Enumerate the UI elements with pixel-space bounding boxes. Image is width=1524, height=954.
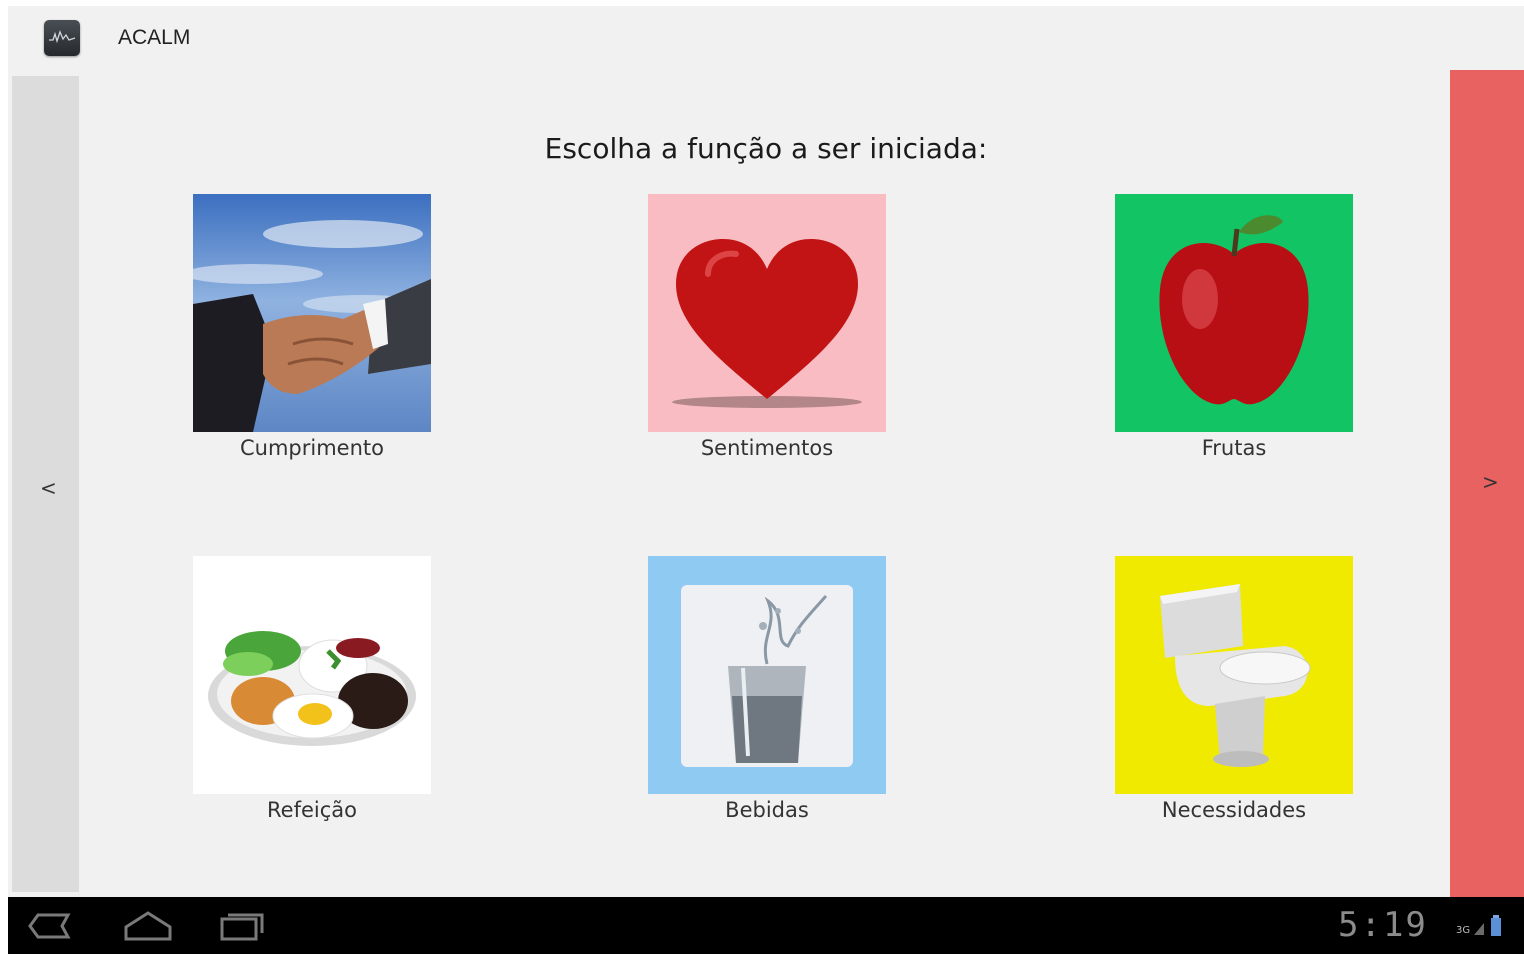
action-bar: ACALM — [8, 6, 1524, 70]
app-monitor-icon[interactable] — [44, 20, 80, 56]
tile-label: Sentimentos — [700, 436, 834, 460]
previous-page-button[interactable]: < — [12, 76, 79, 892]
tile-bebidas[interactable]: Bebidas — [648, 556, 886, 822]
tile-cumprimento[interactable]: Cumprimento — [193, 194, 431, 460]
tile-label: Frutas — [1201, 436, 1267, 460]
tile-refeicao[interactable]: Refeição — [193, 556, 431, 822]
signal-icon — [1472, 919, 1486, 941]
app-title: ACALM — [118, 26, 191, 49]
system-nav-bar: 5:19 3G — [8, 897, 1524, 954]
tile-necessidades[interactable]: Necessidades — [1115, 556, 1353, 822]
tile-frutas[interactable]: Frutas — [1115, 194, 1353, 460]
back-icon[interactable] — [26, 911, 74, 945]
page-heading: Escolha a função a ser iniciada: — [544, 132, 988, 165]
previous-arrow-label: < — [40, 476, 57, 500]
recent-apps-icon[interactable] — [218, 911, 266, 945]
battery-icon — [1490, 915, 1502, 941]
apple-icon — [1115, 194, 1353, 432]
handshake-icon — [193, 194, 431, 432]
next-page-button[interactable]: > — [1450, 70, 1524, 898]
meal-plate-icon — [193, 556, 431, 794]
tile-sentimentos[interactable]: Sentimentos — [648, 194, 886, 460]
water-glass-icon — [648, 556, 886, 794]
screen: ACALM < > Escolha a função a ser iniciad… — [8, 6, 1524, 954]
network-type: 3G — [1456, 925, 1471, 936]
toilet-icon — [1115, 556, 1353, 794]
tile-label: Bebidas — [725, 798, 809, 822]
tile-label: Cumprimento — [240, 436, 384, 460]
tile-label: Refeição — [267, 798, 357, 822]
tile-label: Necessidades — [1161, 798, 1307, 822]
next-arrow-label: > — [1482, 470, 1499, 494]
heart-icon — [648, 194, 886, 432]
home-icon[interactable] — [122, 909, 174, 947]
clock[interactable]: 5:19 — [1338, 905, 1428, 945]
